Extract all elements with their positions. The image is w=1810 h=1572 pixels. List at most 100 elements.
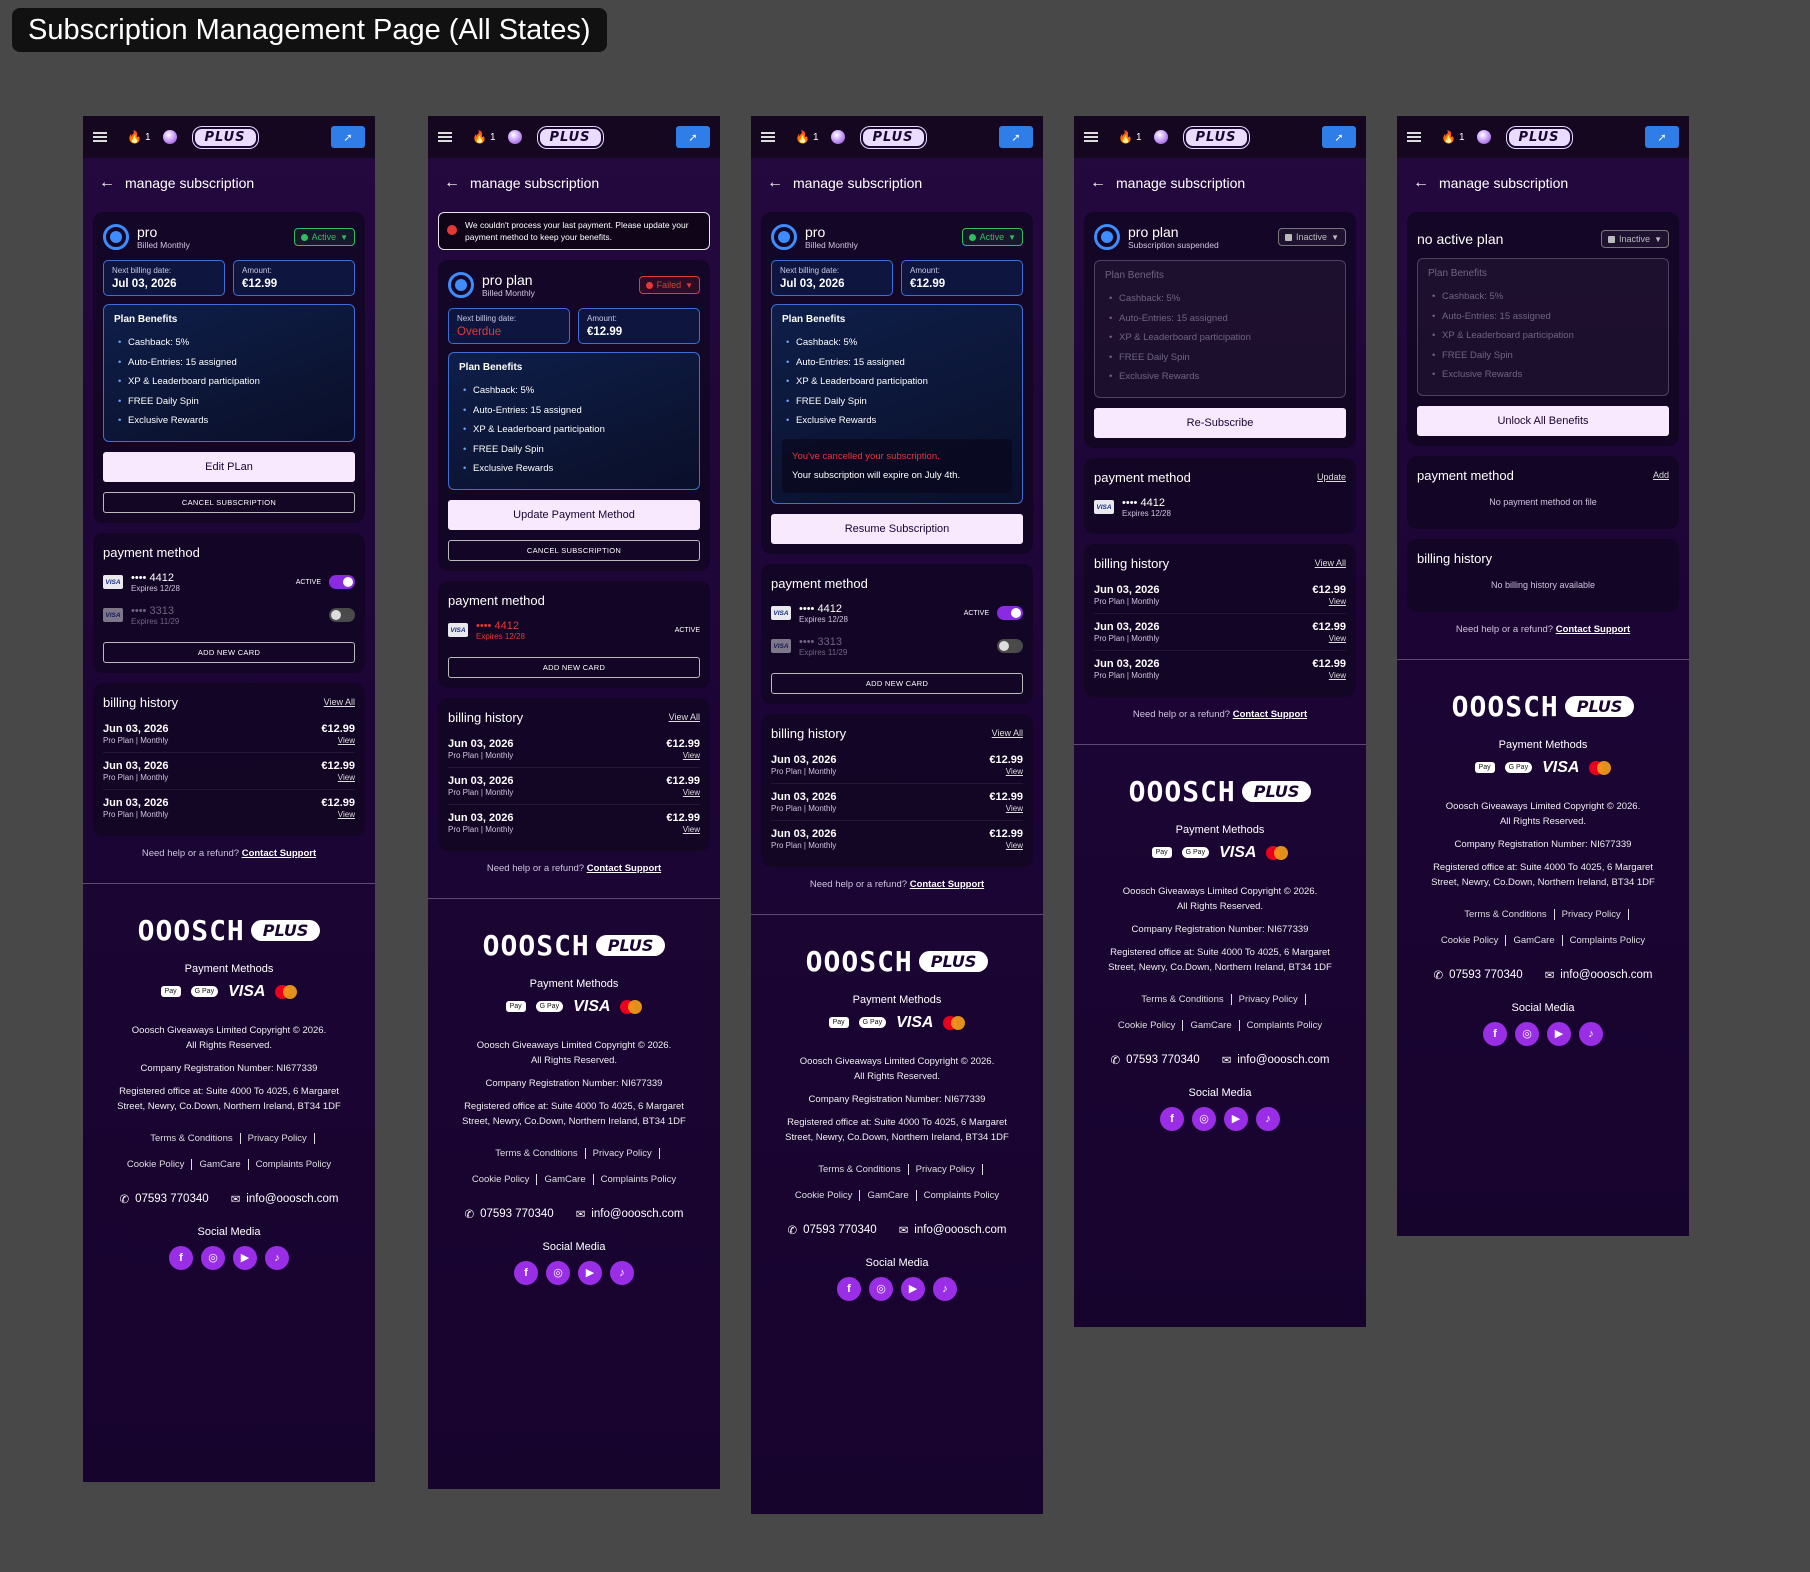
resume-subscription-button[interactable]: Resume Subscription xyxy=(771,513,1023,544)
email-link[interactable]: ✉ info@ooosch.com xyxy=(1545,968,1653,982)
youtube-icon[interactable]: ▶ xyxy=(901,1276,925,1301)
menu-icon[interactable] xyxy=(1084,132,1098,142)
privacy-link[interactable]: Privacy Policy xyxy=(240,1132,315,1144)
view-link[interactable]: View xyxy=(666,788,700,797)
status-badge[interactable]: Inactive ▼ xyxy=(1278,228,1346,246)
view-all-link[interactable]: View All xyxy=(669,712,700,722)
status-badge[interactable]: Inactive ▼ xyxy=(1601,230,1669,248)
share-icon[interactable]: ➚ xyxy=(676,126,710,148)
back-button[interactable]: ← manage subscription xyxy=(1074,158,1366,202)
phone-link[interactable]: ✆ 07593 770340 xyxy=(1433,968,1522,982)
card-toggle[interactable] xyxy=(997,606,1023,620)
view-link[interactable]: View xyxy=(666,751,700,760)
back-button[interactable]: ← manage subscription xyxy=(1397,158,1689,202)
cookie-link[interactable]: Cookie Policy xyxy=(1110,1019,1184,1031)
privacy-link[interactable]: Privacy Policy xyxy=(585,1147,660,1159)
resubscribe-button[interactable]: Re-Subscribe xyxy=(1094,407,1346,438)
instagram-icon[interactable]: ◎ xyxy=(869,1276,893,1301)
contact-support-link[interactable]: Contact Support xyxy=(587,863,661,874)
email-link[interactable]: ✉ info@ooosch.com xyxy=(576,1207,684,1221)
email-link[interactable]: ✉ info@ooosch.com xyxy=(1222,1053,1330,1067)
menu-icon[interactable] xyxy=(438,132,452,142)
plus-logo[interactable]: PLUS xyxy=(192,126,258,148)
terms-link[interactable]: Terms & Conditions xyxy=(1457,908,1555,920)
tiktok-icon[interactable]: ♪ xyxy=(610,1260,634,1285)
share-icon[interactable]: ➚ xyxy=(999,126,1033,148)
status-badge[interactable]: Active ▼ xyxy=(293,228,355,246)
youtube-icon[interactable]: ▶ xyxy=(1224,1106,1248,1131)
gamcare-link[interactable]: GamCare xyxy=(537,1173,594,1185)
tiktok-icon[interactable]: ♪ xyxy=(1579,1021,1603,1046)
share-icon[interactable]: ➚ xyxy=(1322,126,1356,148)
view-link[interactable]: View xyxy=(1312,597,1346,606)
card-toggle[interactable] xyxy=(329,575,355,589)
email-link[interactable]: ✉ info@ooosch.com xyxy=(231,1192,339,1206)
menu-icon[interactable] xyxy=(93,132,107,142)
view-link[interactable]: View xyxy=(989,767,1023,776)
back-button[interactable]: ← manage subscription xyxy=(751,158,1043,202)
phone-link[interactable]: ✆ 07593 770340 xyxy=(464,1207,553,1221)
contact-support-link[interactable]: Contact Support xyxy=(1233,709,1307,720)
share-icon[interactable]: ➚ xyxy=(331,126,365,148)
view-link[interactable]: View xyxy=(321,736,355,745)
status-badge[interactable]: Failed ▼ xyxy=(638,276,700,294)
menu-icon[interactable] xyxy=(761,132,775,142)
gamcare-link[interactable]: GamCare xyxy=(1506,934,1563,946)
back-button[interactable]: ← manage subscription xyxy=(428,158,720,202)
instagram-icon[interactable]: ◎ xyxy=(546,1260,570,1285)
email-link[interactable]: ✉ info@ooosch.com xyxy=(899,1223,1007,1237)
plus-logo[interactable]: PLUS xyxy=(860,126,926,148)
terms-link[interactable]: Terms & Conditions xyxy=(1134,993,1232,1005)
terms-link[interactable]: Terms & Conditions xyxy=(811,1163,909,1175)
view-link[interactable]: View xyxy=(321,810,355,819)
contact-support-link[interactable]: Contact Support xyxy=(1556,624,1630,635)
facebook-icon[interactable]: f xyxy=(1160,1106,1184,1131)
status-badge[interactable]: Active ▼ xyxy=(961,228,1023,246)
facebook-icon[interactable]: f xyxy=(169,1245,193,1270)
view-link[interactable]: View xyxy=(989,804,1023,813)
gamcare-link[interactable]: GamCare xyxy=(192,1158,249,1170)
plus-logo[interactable]: PLUS xyxy=(1183,126,1249,148)
youtube-icon[interactable]: ▶ xyxy=(233,1245,257,1270)
facebook-icon[interactable]: f xyxy=(1483,1021,1507,1046)
complaints-link[interactable]: Complaints Policy xyxy=(249,1159,339,1170)
tiktok-icon[interactable]: ♪ xyxy=(933,1276,957,1301)
complaints-link[interactable]: Complaints Policy xyxy=(594,1174,684,1185)
complaints-link[interactable]: Complaints Policy xyxy=(1240,1020,1330,1031)
instagram-icon[interactable]: ◎ xyxy=(1515,1021,1539,1046)
cancel-subscription-button[interactable]: CANCEL SUBSCRIPTION xyxy=(448,539,700,561)
update-payment-link[interactable]: Update xyxy=(1317,472,1346,482)
cookie-link[interactable]: Cookie Policy xyxy=(119,1158,193,1170)
youtube-icon[interactable]: ▶ xyxy=(1547,1021,1571,1046)
add-new-card-button[interactable]: ADD NEW CARD xyxy=(103,641,355,663)
phone-link[interactable]: ✆ 07593 770340 xyxy=(1110,1053,1199,1067)
edit-plan-button[interactable]: Edit PLan xyxy=(103,451,355,482)
view-link[interactable]: View xyxy=(666,825,700,834)
card-toggle[interactable] xyxy=(329,608,355,622)
instagram-icon[interactable]: ◎ xyxy=(1192,1106,1216,1131)
complaints-link[interactable]: Complaints Policy xyxy=(1563,935,1653,946)
view-link[interactable]: View xyxy=(1312,634,1346,643)
tiktok-icon[interactable]: ♪ xyxy=(1256,1106,1280,1131)
add-new-card-button[interactable]: ADD NEW CARD xyxy=(771,672,1023,694)
cookie-link[interactable]: Cookie Policy xyxy=(464,1173,538,1185)
back-button[interactable]: ← manage subscription xyxy=(83,158,375,202)
cancel-subscription-button[interactable]: CANCEL SUBSCRIPTION xyxy=(103,491,355,513)
facebook-icon[interactable]: f xyxy=(837,1276,861,1301)
privacy-link[interactable]: Privacy Policy xyxy=(908,1163,983,1175)
gamcare-link[interactable]: GamCare xyxy=(1183,1019,1240,1031)
cookie-link[interactable]: Cookie Policy xyxy=(787,1189,861,1201)
view-all-link[interactable]: View All xyxy=(324,697,355,707)
view-link[interactable]: View xyxy=(321,773,355,782)
add-new-card-button[interactable]: ADD NEW CARD xyxy=(448,656,700,678)
menu-icon[interactable] xyxy=(1407,132,1421,142)
phone-link[interactable]: ✆ 07593 770340 xyxy=(119,1192,208,1206)
privacy-link[interactable]: Privacy Policy xyxy=(1231,993,1306,1005)
cookie-link[interactable]: Cookie Policy xyxy=(1433,934,1507,946)
unlock-all-benefits-button[interactable]: Unlock All Benefits xyxy=(1417,405,1669,436)
view-link[interactable]: View xyxy=(1312,671,1346,680)
gamcare-link[interactable]: GamCare xyxy=(860,1189,917,1201)
plus-logo[interactable]: PLUS xyxy=(537,126,603,148)
contact-support-link[interactable]: Contact Support xyxy=(242,848,316,859)
view-all-link[interactable]: View All xyxy=(992,728,1023,738)
